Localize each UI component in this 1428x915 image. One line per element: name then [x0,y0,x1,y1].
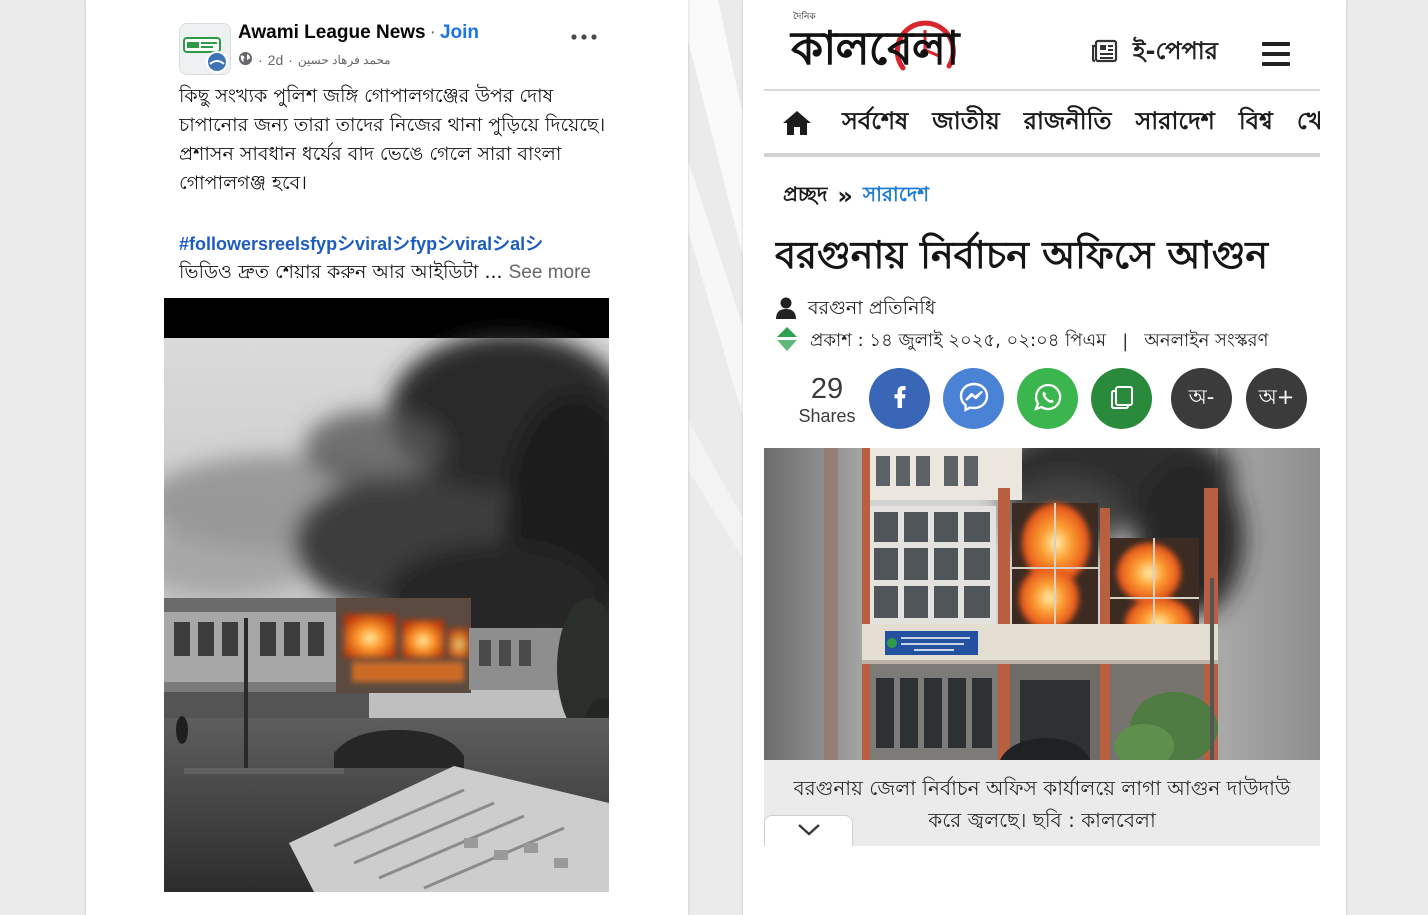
breadcrumb: প্রচ্ছদ » সারাদেশ [783,180,929,212]
site-logo[interactable]: দৈনিক কালবেলা [791,12,1013,84]
share-count-label: Shares [798,406,856,426]
user-icon [776,297,796,324]
see-more-link[interactable]: See more [509,262,591,283]
published-date: প্রকাশ : ১৪ জুলাই ২০২৫, ০২:০৪ পিএম [810,329,1107,351]
nav-item-latest[interactable]: সর্বশেষ [842,103,908,143]
share-messenger-button[interactable] [943,368,1004,429]
photo-caption-text: বরগুনায় জেলা নির্বাচন অফিস কার্যালয়ে ল… [793,776,1291,832]
post-video[interactable] [134,298,644,892]
messenger-icon [958,381,990,417]
menu-icon[interactable] [1262,42,1290,66]
author-name: বরগুনা প্রতিনিধি [808,297,936,319]
post-body: কিছু সংখ্যক পুলিশ জঙ্গি গোপালগঞ্জের উপর … [179,82,611,228]
nav-item-politics[interactable]: রাজনীতি [1024,103,1112,143]
share-count: 29 Shares [791,373,863,427]
updown-icon [776,327,798,355]
newspaper-icon [1091,39,1118,67]
post-time[interactable]: 2d [268,52,284,68]
header-divider [764,89,1320,91]
nav-item-national[interactable]: জাতীয় [932,103,999,143]
name-separator: · [429,22,436,43]
article-headline: বরগুনায় নির্বাচন অফিসে আগুন [775,233,1269,277]
page-name-link[interactable]: Awami League News [238,22,426,43]
post-paragraph: কিছু সংখ্যক পুলিশ জঙ্গি গোপালগঞ্জের উপর … [179,85,606,136]
page-avatar[interactable] [179,23,231,75]
nav-item-sports[interactable]: খেল [1297,103,1320,143]
copy-link-button[interactable] [1091,368,1152,429]
time-suffix: · [288,52,293,68]
font-increase-button[interactable]: অ+ [1246,368,1307,429]
building-sign [885,631,978,655]
share-facebook-button[interactable] [869,368,930,429]
chevron-down-icon [797,822,821,841]
whatsapp-icon [1033,382,1063,416]
copy-icon [1109,384,1135,414]
nav-item-country[interactable]: সারাদেশ [1135,103,1214,143]
article-photo [764,418,1320,768]
nav-divider [764,153,1320,157]
article-author: বরগুনা প্রতিনিধি [776,296,936,324]
breadcrumb-section[interactable]: সারাদেশ [863,180,929,213]
background-streaks [688,0,744,560]
font-decrease-label: অ- [1188,385,1215,409]
time-prefix: · [258,52,263,68]
main-nav: সর্বশেষ জাতীয় রাজনীতি সারাদেশ বিশ্ব খেল [764,99,1320,147]
breadcrumb-separator: » [837,182,853,210]
article-published: প্রকাশ : ১৪ জুলাই ২০২৫, ০২:০৪ পিএম | অনল… [776,327,1316,355]
truncated-text: ভিডিও দ্রুত শেয়ার করুন আর আইডিটা ... [179,261,503,283]
epaper-label: ই-পেপার [1133,37,1218,65]
post-author[interactable]: محمد فرهاد حسين [298,53,391,67]
post-header-name: Awami League News · Join [238,20,479,46]
news-article-panel: দৈনিক কালবেলা ই-পেপার সর্বশেষ জাতীয় রাজ… [743,0,1346,915]
post-truncated-line: ভিডিও দ্রুত শেয়ার করুন আর আইডিটা ... Se… [179,258,619,287]
font-increase-label: অ+ [1258,385,1295,409]
globe-icon [238,51,253,69]
font-decrease-button[interactable]: অ- [1171,368,1232,429]
home-icon[interactable] [782,109,812,137]
caption-collapse-button[interactable] [764,815,853,846]
post-meta: · 2d · محمد فرهاد حسين [238,50,391,70]
share-whatsapp-button[interactable] [1017,368,1078,429]
breadcrumb-home[interactable]: প্রচ্ছদ [783,180,827,213]
post-paragraph: প্রশাসন সাবধান ধর্যের বাদ ভেঙে গেলে সারা… [179,143,562,194]
epaper-link[interactable]: ই-পেপার [1091,36,1218,70]
share-count-value: 29 [810,373,844,405]
facebook-post-panel: Awami League News · Join · 2d · محمد فرهاد… [86,0,688,915]
published-separator: | [1122,330,1129,352]
logo-name: কালবেলা [791,21,959,75]
nav-item-world[interactable]: বিশ্ব [1239,103,1273,143]
edition-label: অনলাইন সংস্করণ [1144,329,1269,351]
facebook-icon [894,385,906,412]
screenshot-composite: Awami League News · Join · 2d · محمد فرهاد… [0,0,1428,915]
post-hashtags[interactable]: #followersreelsfypシviralシfypシviralシalシ [179,231,619,257]
more-options-icon[interactable] [570,27,598,40]
join-button[interactable]: Join [440,22,479,43]
